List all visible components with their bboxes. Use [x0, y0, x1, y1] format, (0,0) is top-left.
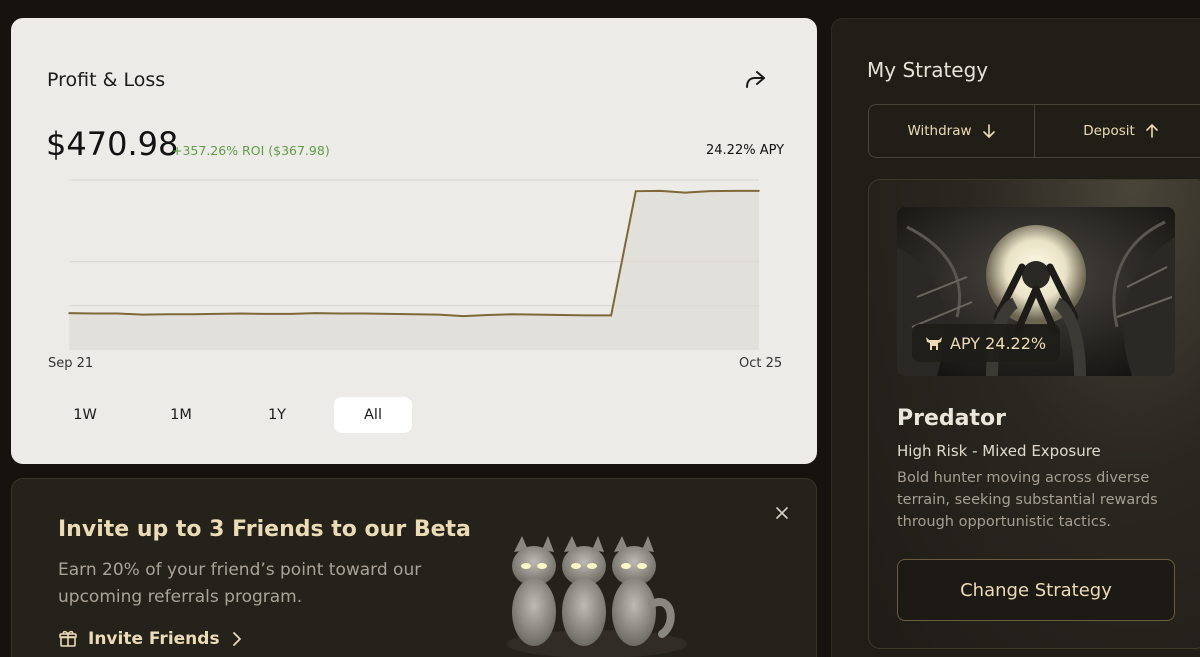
strategy-panel: My Strategy Withdraw Deposit APY 24.22% …: [831, 18, 1200, 657]
chart-point: [117, 312, 120, 315]
invite-card: Invite up to 3 Friends to our Beta Earn …: [11, 478, 817, 657]
range-1m-button[interactable]: 1M: [142, 397, 220, 433]
chart-point: [363, 312, 366, 315]
chart-point: [487, 314, 489, 316]
strategy-name: Predator: [897, 406, 1006, 431]
strategy-title: My Strategy: [867, 58, 989, 82]
chart-point: [585, 314, 588, 317]
bull-icon: [926, 337, 942, 350]
chart-point: [659, 190, 662, 192]
wolf-cubs-illustration: [507, 536, 687, 657]
chart-point: [166, 313, 169, 316]
arrow-up-icon: [1145, 124, 1158, 138]
chart-point: [733, 190, 736, 192]
chart-point: [216, 313, 218, 315]
chart-point: [413, 313, 415, 316]
chart-point: [634, 190, 637, 192]
withdraw-label: Withdraw: [907, 123, 972, 139]
arrow-down-icon: [982, 124, 995, 138]
chart-point: [684, 191, 686, 194]
chart-point: [240, 312, 243, 315]
x-label-end: Oct 25: [739, 356, 783, 371]
chart-area: [69, 190, 759, 350]
x-label-start: Sep 21: [48, 356, 94, 371]
strategy-actions: Withdraw Deposit: [868, 104, 1200, 158]
chart-point: [708, 190, 711, 192]
chart-point: [339, 312, 341, 315]
apy-badge-label: APY 24.22%: [950, 333, 1047, 353]
strategy-description: Bold hunter moving across diverse terrai…: [897, 470, 1158, 530]
withdraw-button[interactable]: Withdraw: [868, 104, 1035, 158]
apy-badge: APY 24.22%: [912, 324, 1061, 362]
chart-point: [289, 313, 292, 315]
chart-point: [462, 315, 465, 317]
chart-point: [561, 314, 563, 316]
pnl-chart: [68, 179, 760, 350]
strategy-risk: High Risk - Mixed Exposure: [897, 442, 1101, 460]
chart-point: [314, 312, 317, 314]
chart-point: [437, 313, 440, 316]
range-all-button[interactable]: All: [334, 397, 412, 433]
profit-loss-card: Profit & Loss $470.98 +357.26% ROI ($367…: [11, 18, 817, 464]
chart-point: [511, 313, 514, 316]
deposit-label: Deposit: [1083, 123, 1135, 139]
chart-point: [388, 313, 391, 315]
invite-friends-link[interactable]: Invite Friends: [58, 629, 244, 649]
strategy-card: APY 24.22% Predator High Risk - Mixed Ex…: [868, 179, 1200, 649]
chevron-right-icon: [232, 632, 241, 646]
chart-point: [610, 314, 612, 317]
deposit-button[interactable]: Deposit: [1035, 104, 1200, 158]
invite-title: Invite up to 3 Friends to our Beta: [58, 517, 471, 542]
change-strategy-button[interactable]: Change Strategy: [897, 559, 1175, 621]
chart-point: [142, 313, 144, 316]
close-icon[interactable]: [774, 505, 790, 521]
range-1y-button[interactable]: 1Y: [238, 397, 316, 433]
gift-icon: [59, 630, 77, 647]
time-range-selector: 1W 1M 1Y All: [46, 397, 412, 433]
invite-friends-label: Invite Friends: [88, 629, 220, 649]
range-1w-button[interactable]: 1W: [46, 397, 124, 433]
chart-point: [265, 313, 267, 315]
chart-point: [536, 313, 539, 316]
chart-point: [191, 313, 194, 316]
invite-description: Earn 20% of your friend’s point toward o…: [58, 560, 422, 607]
chart-point: [92, 312, 95, 315]
chart-point: [68, 312, 70, 314]
chart-point: [758, 190, 760, 192]
